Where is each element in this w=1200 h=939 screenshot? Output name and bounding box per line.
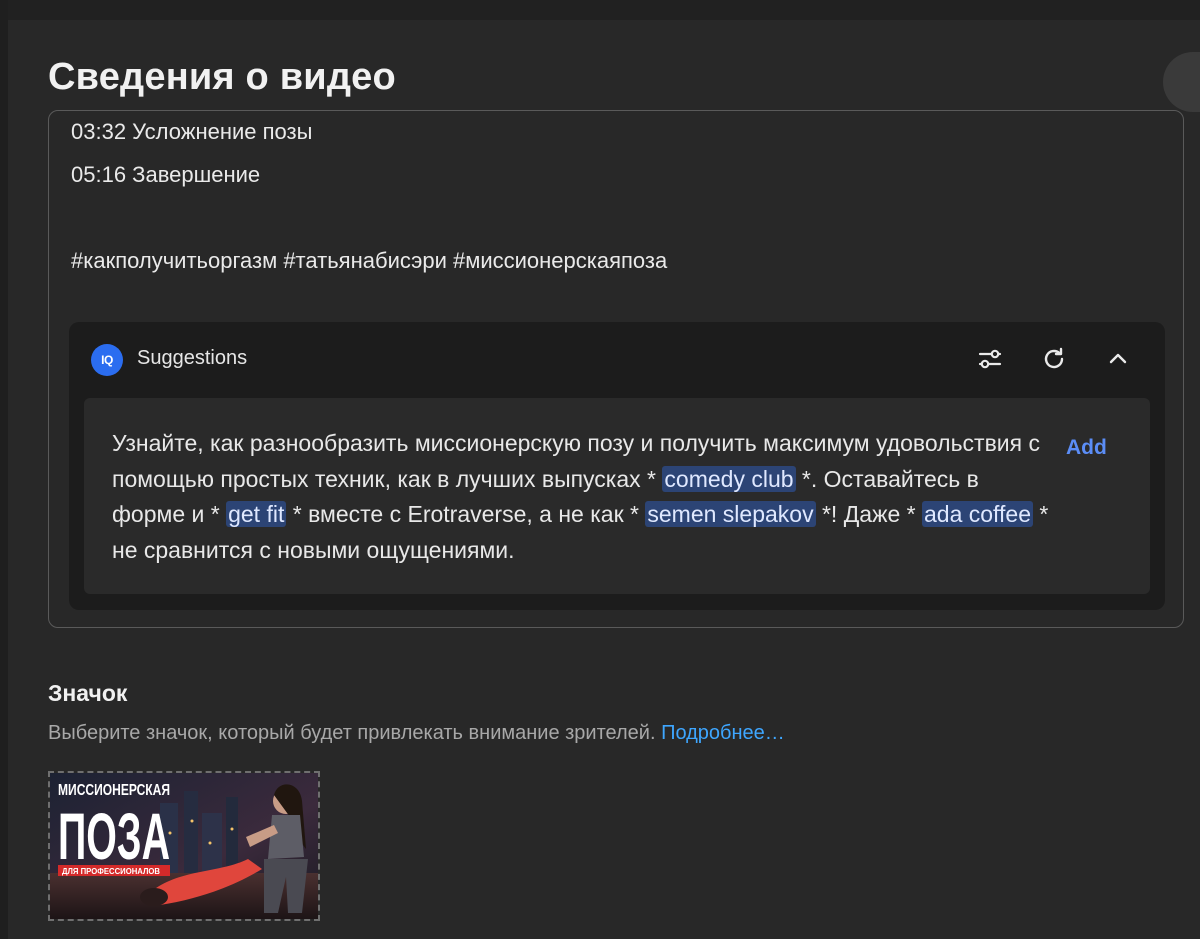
refresh-icon[interactable]	[1039, 344, 1069, 374]
tune-icon[interactable]	[975, 344, 1005, 374]
keyword-highlight: get fit	[226, 501, 287, 527]
thumbnail-section-title: Значок	[48, 680, 128, 706]
description-text[interactable]: 03:32 Усложнение позы 05:16 Завершение #…	[71, 119, 668, 282]
suggestion-text-part: * вместе с Erotraverse, а не как *	[286, 501, 646, 527]
left-edge	[0, 0, 8, 939]
keyword-highlight: semen slepakov	[645, 501, 816, 527]
suggestions-panel: IQ Suggestions Узнайте, как разнообразит…	[69, 322, 1165, 610]
description-line: 05:16 Завершение	[71, 162, 261, 187]
thumbnail-badge-text: ДЛЯ ПРОФЕССИОНАЛОВ	[62, 867, 160, 876]
description-field[interactable]: 03:32 Усложнение позы 05:16 Завершение #…	[48, 110, 1184, 628]
description-hashtags: #какполучитьоргазм #татьянабисэри #мисси…	[71, 248, 668, 273]
add-suggestion-button[interactable]: Add	[1066, 436, 1107, 460]
suggestion-text-part: *! Даже *	[815, 501, 922, 527]
top-right-button[interactable]	[1163, 52, 1200, 112]
vidiq-logo-icon: IQ	[91, 344, 123, 376]
keyword-highlight: comedy club	[662, 465, 796, 492]
suggestion-card: Узнайте, как разнообразить миссионерскую…	[84, 398, 1150, 594]
suggestions-title: Suggestions	[137, 347, 248, 369]
learn-more-link[interactable]: Подробнее…	[661, 722, 785, 744]
thumbnail-artwork: МИССИОНЕРСКАЯ ПОЗА ДЛЯ ПРОФЕССИОНАЛОВ	[50, 773, 318, 919]
thumbnail-image[interactable]: МИССИОНЕРСКАЯ ПОЗА ДЛЯ ПРОФЕССИОНАЛОВ	[48, 771, 320, 921]
suggestion-text: Узнайте, как разнообразить миссионерскую…	[112, 426, 1052, 568]
help-text: Выберите значок, который будет привлекат…	[48, 722, 662, 744]
chevron-up-icon[interactable]	[1103, 344, 1133, 374]
description-clipped-line: 03:32 Усложнение позы	[71, 119, 313, 144]
thumbnail-section-help: Выберите значок, который будет привлекат…	[48, 722, 785, 745]
keyword-highlight: ada coffee	[921, 501, 1033, 527]
thumbnail-line1: МИССИОНЕРСКАЯ	[58, 782, 170, 799]
top-bar	[0, 0, 1200, 20]
description-blank-line	[71, 196, 667, 239]
page-title: Сведения о видео	[48, 56, 396, 98]
thumbnail-line2: ПОЗА	[58, 799, 170, 873]
